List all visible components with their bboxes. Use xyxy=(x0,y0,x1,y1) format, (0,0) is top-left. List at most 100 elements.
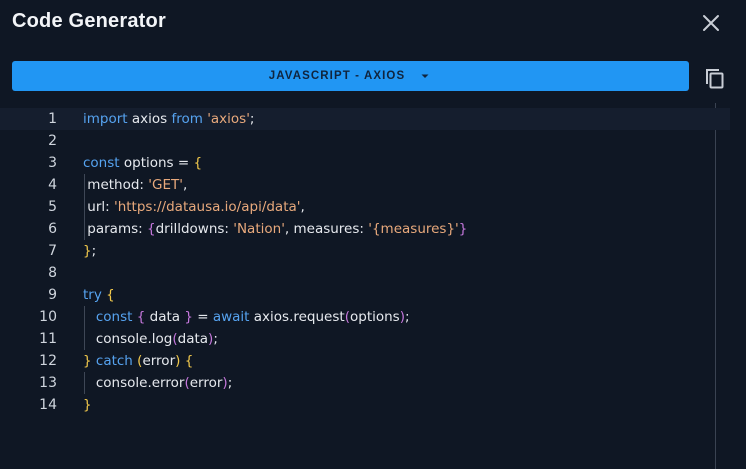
caret-down-icon xyxy=(421,74,429,78)
code-text: const options = { xyxy=(83,152,202,174)
code-token: { xyxy=(146,221,156,237)
code-token: from xyxy=(171,111,203,127)
code-token: 'Nation' xyxy=(233,221,285,237)
code-token: import xyxy=(83,111,128,127)
code-token: 'axios' xyxy=(207,111,250,127)
language-selector-label: JAVASCRIPT - AXIOS xyxy=(268,70,406,82)
code-text: method: 'GET', xyxy=(83,174,187,196)
code-token: catch xyxy=(95,353,133,369)
code-line: 14} xyxy=(0,394,730,416)
code-line: 2 xyxy=(0,130,730,152)
code-token: axios xyxy=(127,111,172,127)
code-token: params: xyxy=(83,221,147,237)
code-token: , xyxy=(300,199,305,215)
code-token: ; xyxy=(213,331,218,347)
code-token: } xyxy=(83,243,92,259)
code-token: url: xyxy=(83,199,114,215)
code-token: } xyxy=(184,309,193,325)
line-number: 12 xyxy=(39,353,57,369)
line-number: 14 xyxy=(39,397,57,413)
code-token: 'GET' xyxy=(148,177,183,193)
copy-icon xyxy=(706,69,724,89)
code-editor[interactable]: 1 import axios from 'axios'; 2 3 const optio… xyxy=(0,108,730,469)
code-line: 12 } catch (error) { xyxy=(0,350,730,372)
code-token: } xyxy=(458,221,468,237)
code-token: , xyxy=(182,177,188,193)
indent-guide xyxy=(84,306,85,328)
code-token: const xyxy=(95,309,133,325)
code-text: try { xyxy=(83,284,115,306)
code-line: 10 const { data } = await axios.request(… xyxy=(0,306,730,328)
language-selector-button[interactable]: JAVASCRIPT - AXIOS xyxy=(12,61,689,91)
line-number: 5 xyxy=(48,199,57,215)
code-text: console.error(error); xyxy=(83,372,232,394)
dialog-title: Code Generator xyxy=(12,10,166,32)
line-number: 8 xyxy=(48,265,57,281)
code-token: { xyxy=(106,287,115,303)
copy-button[interactable] xyxy=(701,62,727,90)
code-token: axios.request xyxy=(249,309,345,325)
indent-guide xyxy=(84,218,85,240)
line-number: 4 xyxy=(48,177,57,193)
code-token: data xyxy=(177,331,209,347)
line-number: 11 xyxy=(39,331,57,347)
line-number: 2 xyxy=(48,133,57,149)
line-number: 10 xyxy=(39,309,57,325)
code-token: try xyxy=(83,287,102,303)
indent-guide xyxy=(84,372,85,394)
code-token: } xyxy=(83,353,92,369)
code-token: options = xyxy=(119,155,194,171)
code-token: options xyxy=(349,309,400,325)
code-line: 11 console.log(data); xyxy=(0,328,730,350)
code-token: drilldowns: xyxy=(155,221,234,237)
code-token: console.log xyxy=(83,331,173,347)
code-token: console.error xyxy=(83,375,185,391)
code-token: { xyxy=(184,353,194,369)
line-number: 3 xyxy=(48,155,57,171)
code-line: 8 xyxy=(0,262,730,284)
code-token: data xyxy=(145,309,185,325)
code-line: 4 method: 'GET', xyxy=(0,174,730,196)
indent-guide xyxy=(84,196,85,218)
code-line: 13 console.error(error); xyxy=(0,372,730,394)
code-text: }; xyxy=(83,240,96,262)
code-token: '{measures}' xyxy=(368,221,459,237)
code-token: ; xyxy=(91,243,97,259)
code-text: } xyxy=(83,394,92,416)
code-token: { xyxy=(193,155,203,171)
code-line: 9 try { xyxy=(0,284,730,306)
code-token: method: xyxy=(83,177,149,193)
code-token: 'https://datausa.io/api/data' xyxy=(114,199,301,215)
code-line: 3 const options = { xyxy=(0,152,730,174)
close-button[interactable] xyxy=(698,10,724,36)
code-token: ; xyxy=(227,375,233,391)
code-line: 5 url: 'https://datausa.io/api/data', xyxy=(0,196,730,218)
code-token: , measures: xyxy=(284,221,369,237)
code-token: } xyxy=(83,397,92,413)
code-generator-dialog: Code Generator JAVASCRIPT - AXIOS 1 impor… xyxy=(0,0,746,469)
code-token: ; xyxy=(405,309,410,325)
line-number: 13 xyxy=(39,375,57,391)
code-text: const { data } = await axios.request(opt… xyxy=(83,306,410,328)
indent-guide xyxy=(84,328,85,350)
code-text: } catch (error) { xyxy=(83,350,193,372)
code-text: params: {drilldowns: 'Nation', measures:… xyxy=(83,218,467,240)
code-token: ; xyxy=(249,111,255,127)
line-number: 9 xyxy=(48,287,57,303)
code-line: 6 params: {drilldowns: 'Nation', measure… xyxy=(0,218,730,240)
code-text: console.log(data); xyxy=(83,328,218,350)
close-icon xyxy=(703,15,719,31)
code-text: import axios from 'axios'; xyxy=(83,108,254,130)
code-token: error xyxy=(189,375,223,391)
code-token: const xyxy=(83,155,120,171)
code-token: = xyxy=(192,309,213,325)
code-token: error xyxy=(142,353,176,369)
code-line: 7}; xyxy=(0,240,730,262)
code-line: 1 import axios from 'axios'; xyxy=(0,108,730,130)
code-token: await xyxy=(212,309,250,325)
indent-guide xyxy=(84,174,85,196)
line-number: 7 xyxy=(48,243,57,259)
line-number: 6 xyxy=(48,221,57,237)
line-number: 1 xyxy=(48,111,57,127)
code-text: url: 'https://datausa.io/api/data', xyxy=(83,196,305,218)
